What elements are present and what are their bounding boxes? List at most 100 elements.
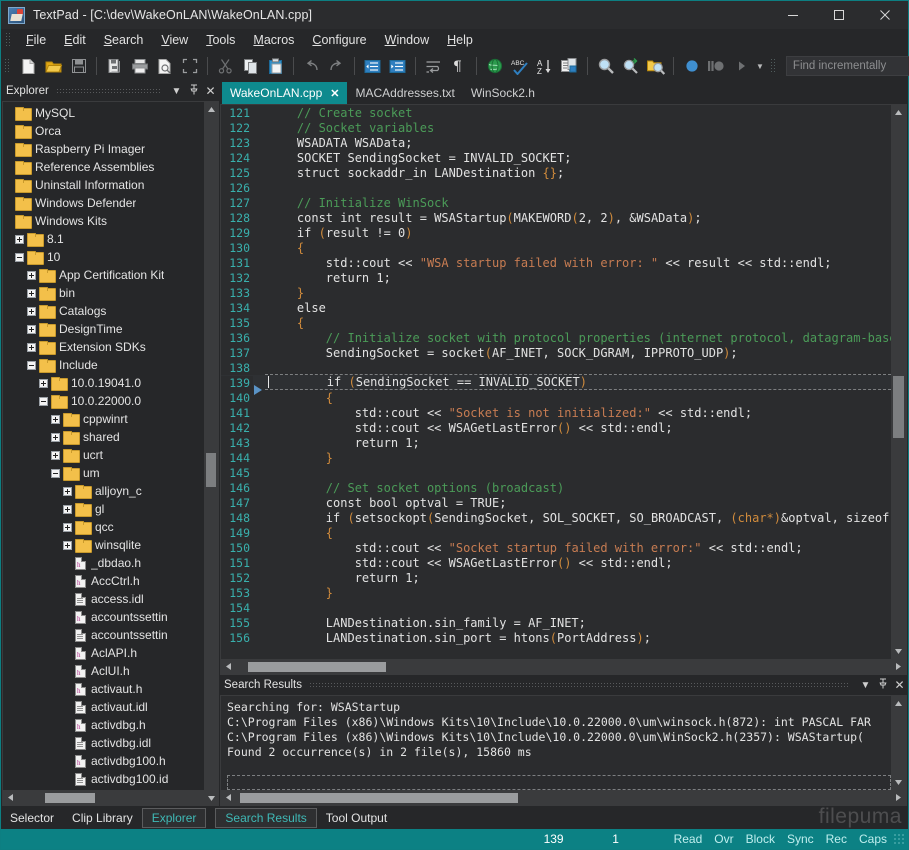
tree-item[interactable]: activaut.h (3, 680, 218, 698)
code-line-current[interactable]: 139 if (SendingSocket == INVALID_SOCKET) (221, 375, 891, 390)
fullscreen-icon[interactable] (177, 54, 202, 78)
replace-icon[interactable] (618, 54, 643, 78)
editor-hscroll-track-left[interactable] (236, 659, 248, 674)
editor-hscroll-track-right[interactable] (386, 659, 891, 674)
code-line[interactable]: 149 { (221, 525, 891, 540)
menu-window[interactable]: Window (376, 31, 438, 49)
code-line[interactable]: 131 std::cout << "WSA startup failed wit… (221, 255, 891, 270)
tree-item[interactable]: alljoyn_c (3, 482, 218, 500)
search-results-list[interactable]: Searching for: WSAStartupC:\Program File… (221, 696, 891, 790)
compare-files-icon[interactable] (557, 54, 582, 78)
explorer-vertical-scrollbar[interactable] (204, 102, 218, 805)
tree-item[interactable]: Uninstall Information (3, 176, 218, 194)
code-line[interactable]: 126 (221, 180, 891, 195)
print-icon[interactable] (127, 54, 152, 78)
tree-item[interactable]: AclAPI.h (3, 644, 218, 662)
status-ovr-indicator[interactable]: Ovr (708, 832, 739, 846)
editor-scroll-left-arrow-icon[interactable] (221, 659, 236, 674)
sort-icon[interactable]: AZ (532, 54, 557, 78)
tree-item[interactable]: access.idl (3, 590, 218, 608)
editor-vertical-scrollbar[interactable] (891, 105, 906, 659)
tree-item[interactable]: qcc (3, 518, 218, 536)
bottom-tab[interactable]: Clip Library (63, 808, 142, 828)
find-in-files-icon[interactable] (643, 54, 668, 78)
paste-icon[interactable] (263, 54, 288, 78)
find-toolbar-drag-grip[interactable] (770, 58, 777, 74)
tree-item[interactable]: Catalogs (3, 302, 218, 320)
code-line[interactable]: 154 (221, 600, 891, 615)
code-line[interactable]: 127 // Initialize WinSock (221, 195, 891, 210)
tree-item[interactable]: AccCtrl.h (3, 572, 218, 590)
tree-expand-icon[interactable] (51, 451, 60, 460)
tree-item[interactable]: Extension SDKs (3, 338, 218, 356)
code-line[interactable]: 132 return 1; (221, 270, 891, 285)
indent-decrease-icon[interactable] (360, 54, 385, 78)
editor-horizontal-scrollbar[interactable] (221, 659, 906, 674)
menu-file[interactable]: File (17, 31, 55, 49)
explorer-close-icon[interactable]: ✕ (202, 84, 219, 98)
bottom-tab[interactable]: Search Results (215, 808, 316, 828)
explorer-chevron-down-icon[interactable]: ▼ (168, 86, 185, 97)
search-results-pin-icon[interactable] (874, 678, 891, 692)
code-line[interactable]: 146 // Set socket options (broadcast) (221, 480, 891, 495)
menu-edit[interactable]: Edit (55, 31, 95, 49)
menu-macros[interactable]: Macros (244, 31, 303, 49)
tree-item[interactable]: activdbg.idl (3, 734, 218, 752)
redo-icon[interactable] (324, 54, 349, 78)
editor-vscroll-thumb[interactable] (893, 376, 904, 438)
code-line[interactable]: 145 (221, 465, 891, 480)
tree-expand-icon[interactable] (51, 433, 60, 442)
close-icon[interactable] (862, 1, 908, 29)
code-line[interactable]: 123 WSADATA WSAData; (221, 135, 891, 150)
code-line[interactable]: 155 LANDestination.sin_family = AF_INET; (221, 615, 891, 630)
toolbar-drag-grip[interactable] (4, 58, 11, 74)
cut-icon[interactable] (213, 54, 238, 78)
code-line[interactable]: 122 // Socket variables (221, 120, 891, 135)
bottom-tab[interactable]: Tool Output (317, 808, 396, 828)
show-paragraph-icon[interactable]: ¶ (446, 54, 471, 78)
tree-item[interactable]: bin (3, 284, 218, 302)
menu-configure[interactable]: Configure (303, 31, 375, 49)
word-wrap-icon[interactable] (421, 54, 446, 78)
tree-item[interactable]: 10.0.19041.0 (3, 374, 218, 392)
code-line[interactable]: 138 (221, 360, 891, 375)
copy-icon[interactable] (238, 54, 263, 78)
document-tab-close-icon[interactable]: ✕ (330, 87, 339, 100)
results-scroll-down-arrow-icon[interactable] (891, 775, 906, 790)
tree-item[interactable]: activaut.idl (3, 698, 218, 716)
bottom-tab[interactable]: Explorer (142, 808, 207, 828)
bottom-tab[interactable]: Selector (1, 808, 63, 828)
results-vertical-scrollbar[interactable] (891, 696, 906, 790)
tree-item[interactable]: accountssettin (3, 608, 218, 626)
search-result-line[interactable]: C:\Program Files (x86)\Windows Kits\10\I… (227, 715, 891, 730)
code-text-area[interactable]: 121 // Create socket122 // Socket variab… (221, 105, 891, 659)
tree-item[interactable]: 10 (3, 248, 218, 266)
code-line[interactable]: 128 const int result = WSAStartup(MAKEWO… (221, 210, 891, 225)
new-file-icon[interactable] (16, 54, 41, 78)
results-scroll-up-arrow-icon[interactable] (891, 696, 906, 711)
menu-view[interactable]: View (152, 31, 197, 49)
status-caps-indicator[interactable]: Caps (853, 832, 893, 846)
tree-item[interactable]: ucrt (3, 446, 218, 464)
code-line[interactable]: 153 } (221, 585, 891, 600)
toolbar-overflow-chevron-down-icon[interactable]: ▼ (754, 62, 764, 71)
search-results-chevron-down-icon[interactable]: ▼ (857, 680, 874, 691)
save-icon[interactable] (66, 54, 91, 78)
results-hscroll-track-right[interactable] (518, 790, 891, 805)
web-browse-icon[interactable] (482, 54, 507, 78)
tree-item[interactable]: 10.0.22000.0 (3, 392, 218, 410)
code-line[interactable]: 141 std::cout << "Socket is not initiali… (221, 405, 891, 420)
code-line[interactable]: 148 if (setsockopt(SendingSocket, SOL_SO… (221, 510, 891, 525)
tree-item[interactable]: 8.1 (3, 230, 218, 248)
explorer-horizontal-scrollbar[interactable] (3, 790, 218, 805)
code-line[interactable]: 121 // Create socket (221, 105, 891, 120)
tree-item[interactable]: App Certification Kit (3, 266, 218, 284)
tree-collapse-icon[interactable] (27, 361, 36, 370)
explorer-scroll-up-arrow-icon[interactable] (204, 102, 218, 116)
code-line[interactable]: 133 } (221, 285, 891, 300)
editor-hscroll-thumb[interactable] (248, 662, 386, 672)
tree-item[interactable]: Reference Assemblies (3, 158, 218, 176)
code-line[interactable]: 142 std::cout << WSAGetLastError() << st… (221, 420, 891, 435)
code-line[interactable]: 124 SOCKET SendingSocket = INVALID_SOCKE… (221, 150, 891, 165)
indent-increase-icon[interactable] (385, 54, 410, 78)
